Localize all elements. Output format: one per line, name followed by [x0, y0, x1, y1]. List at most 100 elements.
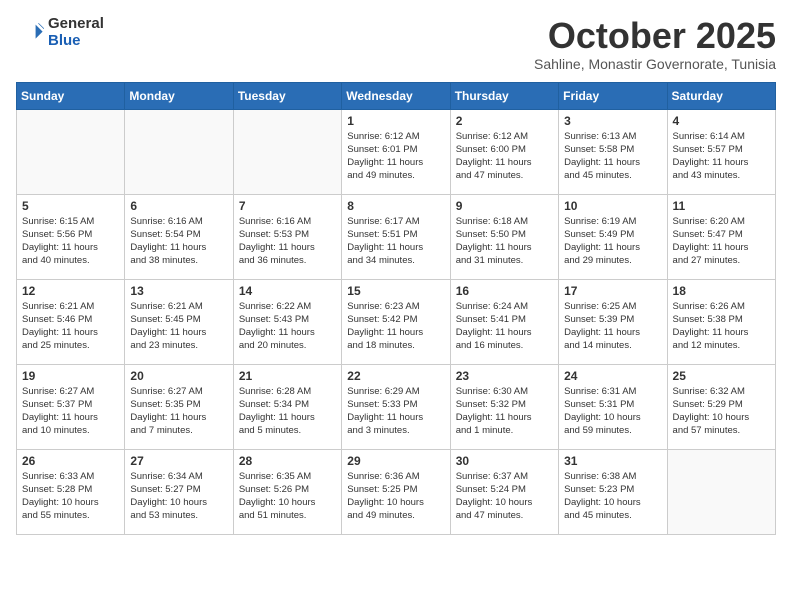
day-number: 27 — [130, 454, 227, 468]
calendar-cell: 4 Sunrise: 6:14 AM Sunset: 5:57 PM Daylig… — [667, 109, 775, 194]
logo-icon — [16, 19, 44, 47]
week-row-3: 12Sunrise: 6:21 AM Sunset: 5:46 PM Dayli… — [17, 279, 776, 364]
day-info: Sunrise: 6:13 AM Sunset: 5:58 PM Dayligh… — [564, 130, 661, 183]
day-number: 19 — [22, 369, 119, 383]
calendar-cell: 11 Sunrise: 6:20 AM Sunset: 5:47 PM Dayli… — [667, 194, 775, 279]
weekday-header-sunday: Sunday — [17, 82, 125, 109]
calendar-cell: 18Sunrise: 6:26 AM Sunset: 5:38 PM Dayli… — [667, 279, 775, 364]
calendar-cell: 29 Sunrise: 6:36 AM Sunset: 5:25 PM Dayli… — [342, 449, 450, 534]
calendar-cell: 24 Sunrise: 6:31 AM Sunset: 5:31 PM Dayli… — [559, 364, 667, 449]
day-info: Sunrise: 6:36 AM Sunset: 5:25 PM Dayligh… — [347, 470, 444, 523]
day-number: 25 — [673, 369, 770, 383]
day-number: 22 — [347, 369, 444, 383]
day-info: Sunrise: 6:22 AM Sunset: 5:43 PM Dayligh… — [239, 300, 336, 353]
calendar-cell — [233, 109, 341, 194]
day-number: 14 — [239, 284, 336, 298]
weekday-header-wednesday: Wednesday — [342, 82, 450, 109]
day-info: Sunrise: 6:37 AM Sunset: 5:24 PM Dayligh… — [456, 470, 553, 523]
calendar-cell — [125, 109, 233, 194]
day-info: Sunrise: 6:12 AM Sunset: 6:00 PM Dayligh… — [456, 130, 553, 183]
day-info: Sunrise: 6:30 AM Sunset: 5:32 PM Dayligh… — [456, 385, 553, 438]
calendar-cell: 14 Sunrise: 6:22 AM Sunset: 5:43 PM Dayli… — [233, 279, 341, 364]
day-number: 10 — [564, 199, 661, 213]
day-info: Sunrise: 6:21 AM Sunset: 5:45 PM Dayligh… — [130, 300, 227, 353]
calendar-cell: 1 Sunrise: 6:12 AM Sunset: 6:01 PM Daylig… — [342, 109, 450, 194]
calendar-cell: 8 Sunrise: 6:17 AM Sunset: 5:51 PM Daylig… — [342, 194, 450, 279]
calendar-cell: 7 Sunrise: 6:16 AM Sunset: 5:53 PM Daylig… — [233, 194, 341, 279]
calendar-cell — [17, 109, 125, 194]
calendar-cell: 31Sunrise: 6:38 AM Sunset: 5:23 PM Dayli… — [559, 449, 667, 534]
day-info: Sunrise: 6:14 AM Sunset: 5:57 PM Dayligh… — [673, 130, 770, 183]
calendar-cell: 25 Sunrise: 6:32 AM Sunset: 5:29 PM Dayli… — [667, 364, 775, 449]
day-number: 28 — [239, 454, 336, 468]
day-number: 3 — [564, 114, 661, 128]
day-info: Sunrise: 6:16 AM Sunset: 5:54 PM Dayligh… — [130, 215, 227, 268]
calendar-cell: 12Sunrise: 6:21 AM Sunset: 5:46 PM Dayli… — [17, 279, 125, 364]
day-number: 8 — [347, 199, 444, 213]
calendar-table: SundayMondayTuesdayWednesdayThursdayFrid… — [16, 82, 776, 535]
day-info: Sunrise: 6:34 AM Sunset: 5:27 PM Dayligh… — [130, 470, 227, 523]
day-info: Sunrise: 6:35 AM Sunset: 5:26 PM Dayligh… — [239, 470, 336, 523]
day-number: 13 — [130, 284, 227, 298]
day-number: 30 — [456, 454, 553, 468]
day-number: 7 — [239, 199, 336, 213]
calendar-cell: 30 Sunrise: 6:37 AM Sunset: 5:24 PM Dayli… — [450, 449, 558, 534]
day-info: Sunrise: 6:32 AM Sunset: 5:29 PM Dayligh… — [673, 385, 770, 438]
calendar-cell: 28 Sunrise: 6:35 AM Sunset: 5:26 PM Dayli… — [233, 449, 341, 534]
day-number: 1 — [347, 114, 444, 128]
week-row-4: 19Sunrise: 6:27 AM Sunset: 5:37 PM Dayli… — [17, 364, 776, 449]
day-number: 6 — [130, 199, 227, 213]
calendar-cell: 22Sunrise: 6:29 AM Sunset: 5:33 PM Dayli… — [342, 364, 450, 449]
calendar-cell: 10 Sunrise: 6:19 AM Sunset: 5:49 PM Dayli… — [559, 194, 667, 279]
day-info: Sunrise: 6:12 AM Sunset: 6:01 PM Dayligh… — [347, 130, 444, 183]
calendar-cell: 6 Sunrise: 6:16 AM Sunset: 5:54 PM Daylig… — [125, 194, 233, 279]
day-number: 16 — [456, 284, 553, 298]
calendar-cell: 2Sunrise: 6:12 AM Sunset: 6:00 PM Daylig… — [450, 109, 558, 194]
day-info: Sunrise: 6:24 AM Sunset: 5:41 PM Dayligh… — [456, 300, 553, 353]
logo: General Blue — [16, 16, 104, 49]
day-number: 5 — [22, 199, 119, 213]
day-info: Sunrise: 6:17 AM Sunset: 5:51 PM Dayligh… — [347, 215, 444, 268]
calendar-cell: 5 Sunrise: 6:15 AM Sunset: 5:56 PM Daylig… — [17, 194, 125, 279]
day-number: 11 — [673, 199, 770, 213]
weekday-header-friday: Friday — [559, 82, 667, 109]
weekday-header-tuesday: Tuesday — [233, 82, 341, 109]
weekday-header-monday: Monday — [125, 82, 233, 109]
day-number: 4 — [673, 114, 770, 128]
day-info: Sunrise: 6:15 AM Sunset: 5:56 PM Dayligh… — [22, 215, 119, 268]
day-number: 24 — [564, 369, 661, 383]
logo-text: General Blue — [48, 16, 104, 49]
calendar-cell: 17Sunrise: 6:25 AM Sunset: 5:39 PM Dayli… — [559, 279, 667, 364]
day-number: 9 — [456, 199, 553, 213]
day-info: Sunrise: 6:16 AM Sunset: 5:53 PM Dayligh… — [239, 215, 336, 268]
day-info: Sunrise: 6:21 AM Sunset: 5:46 PM Dayligh… — [22, 300, 119, 353]
day-info: Sunrise: 6:19 AM Sunset: 5:49 PM Dayligh… — [564, 215, 661, 268]
logo-blue-text: Blue — [48, 33, 104, 50]
day-info: Sunrise: 6:26 AM Sunset: 5:38 PM Dayligh… — [673, 300, 770, 353]
day-number: 15 — [347, 284, 444, 298]
logo-general-text: General — [48, 16, 104, 33]
day-info: Sunrise: 6:27 AM Sunset: 5:35 PM Dayligh… — [130, 385, 227, 438]
calendar-cell: 15Sunrise: 6:23 AM Sunset: 5:42 PM Dayli… — [342, 279, 450, 364]
calendar-cell: 16 Sunrise: 6:24 AM Sunset: 5:41 PM Dayli… — [450, 279, 558, 364]
calendar-subtitle: Sahline, Monastir Governorate, Tunisia — [534, 56, 776, 72]
calendar-cell — [667, 449, 775, 534]
weekday-header-saturday: Saturday — [667, 82, 775, 109]
calendar-cell: 23Sunrise: 6:30 AM Sunset: 5:32 PM Dayli… — [450, 364, 558, 449]
day-info: Sunrise: 6:18 AM Sunset: 5:50 PM Dayligh… — [456, 215, 553, 268]
day-info: Sunrise: 6:31 AM Sunset: 5:31 PM Dayligh… — [564, 385, 661, 438]
weekday-header-thursday: Thursday — [450, 82, 558, 109]
week-row-2: 5 Sunrise: 6:15 AM Sunset: 5:56 PM Daylig… — [17, 194, 776, 279]
calendar-cell: 21Sunrise: 6:28 AM Sunset: 5:34 PM Dayli… — [233, 364, 341, 449]
day-info: Sunrise: 6:20 AM Sunset: 5:47 PM Dayligh… — [673, 215, 770, 268]
calendar-cell: 3 Sunrise: 6:13 AM Sunset: 5:58 PM Daylig… — [559, 109, 667, 194]
week-row-1: 1 Sunrise: 6:12 AM Sunset: 6:01 PM Daylig… — [17, 109, 776, 194]
calendar-cell: 26Sunrise: 6:33 AM Sunset: 5:28 PM Dayli… — [17, 449, 125, 534]
page-header: General Blue October 2025 Sahline, Monas… — [16, 16, 776, 72]
title-block: October 2025 Sahline, Monastir Governora… — [534, 16, 776, 72]
day-number: 26 — [22, 454, 119, 468]
calendar-cell: 13 Sunrise: 6:21 AM Sunset: 5:45 PM Dayli… — [125, 279, 233, 364]
day-number: 29 — [347, 454, 444, 468]
day-number: 17 — [564, 284, 661, 298]
day-number: 21 — [239, 369, 336, 383]
